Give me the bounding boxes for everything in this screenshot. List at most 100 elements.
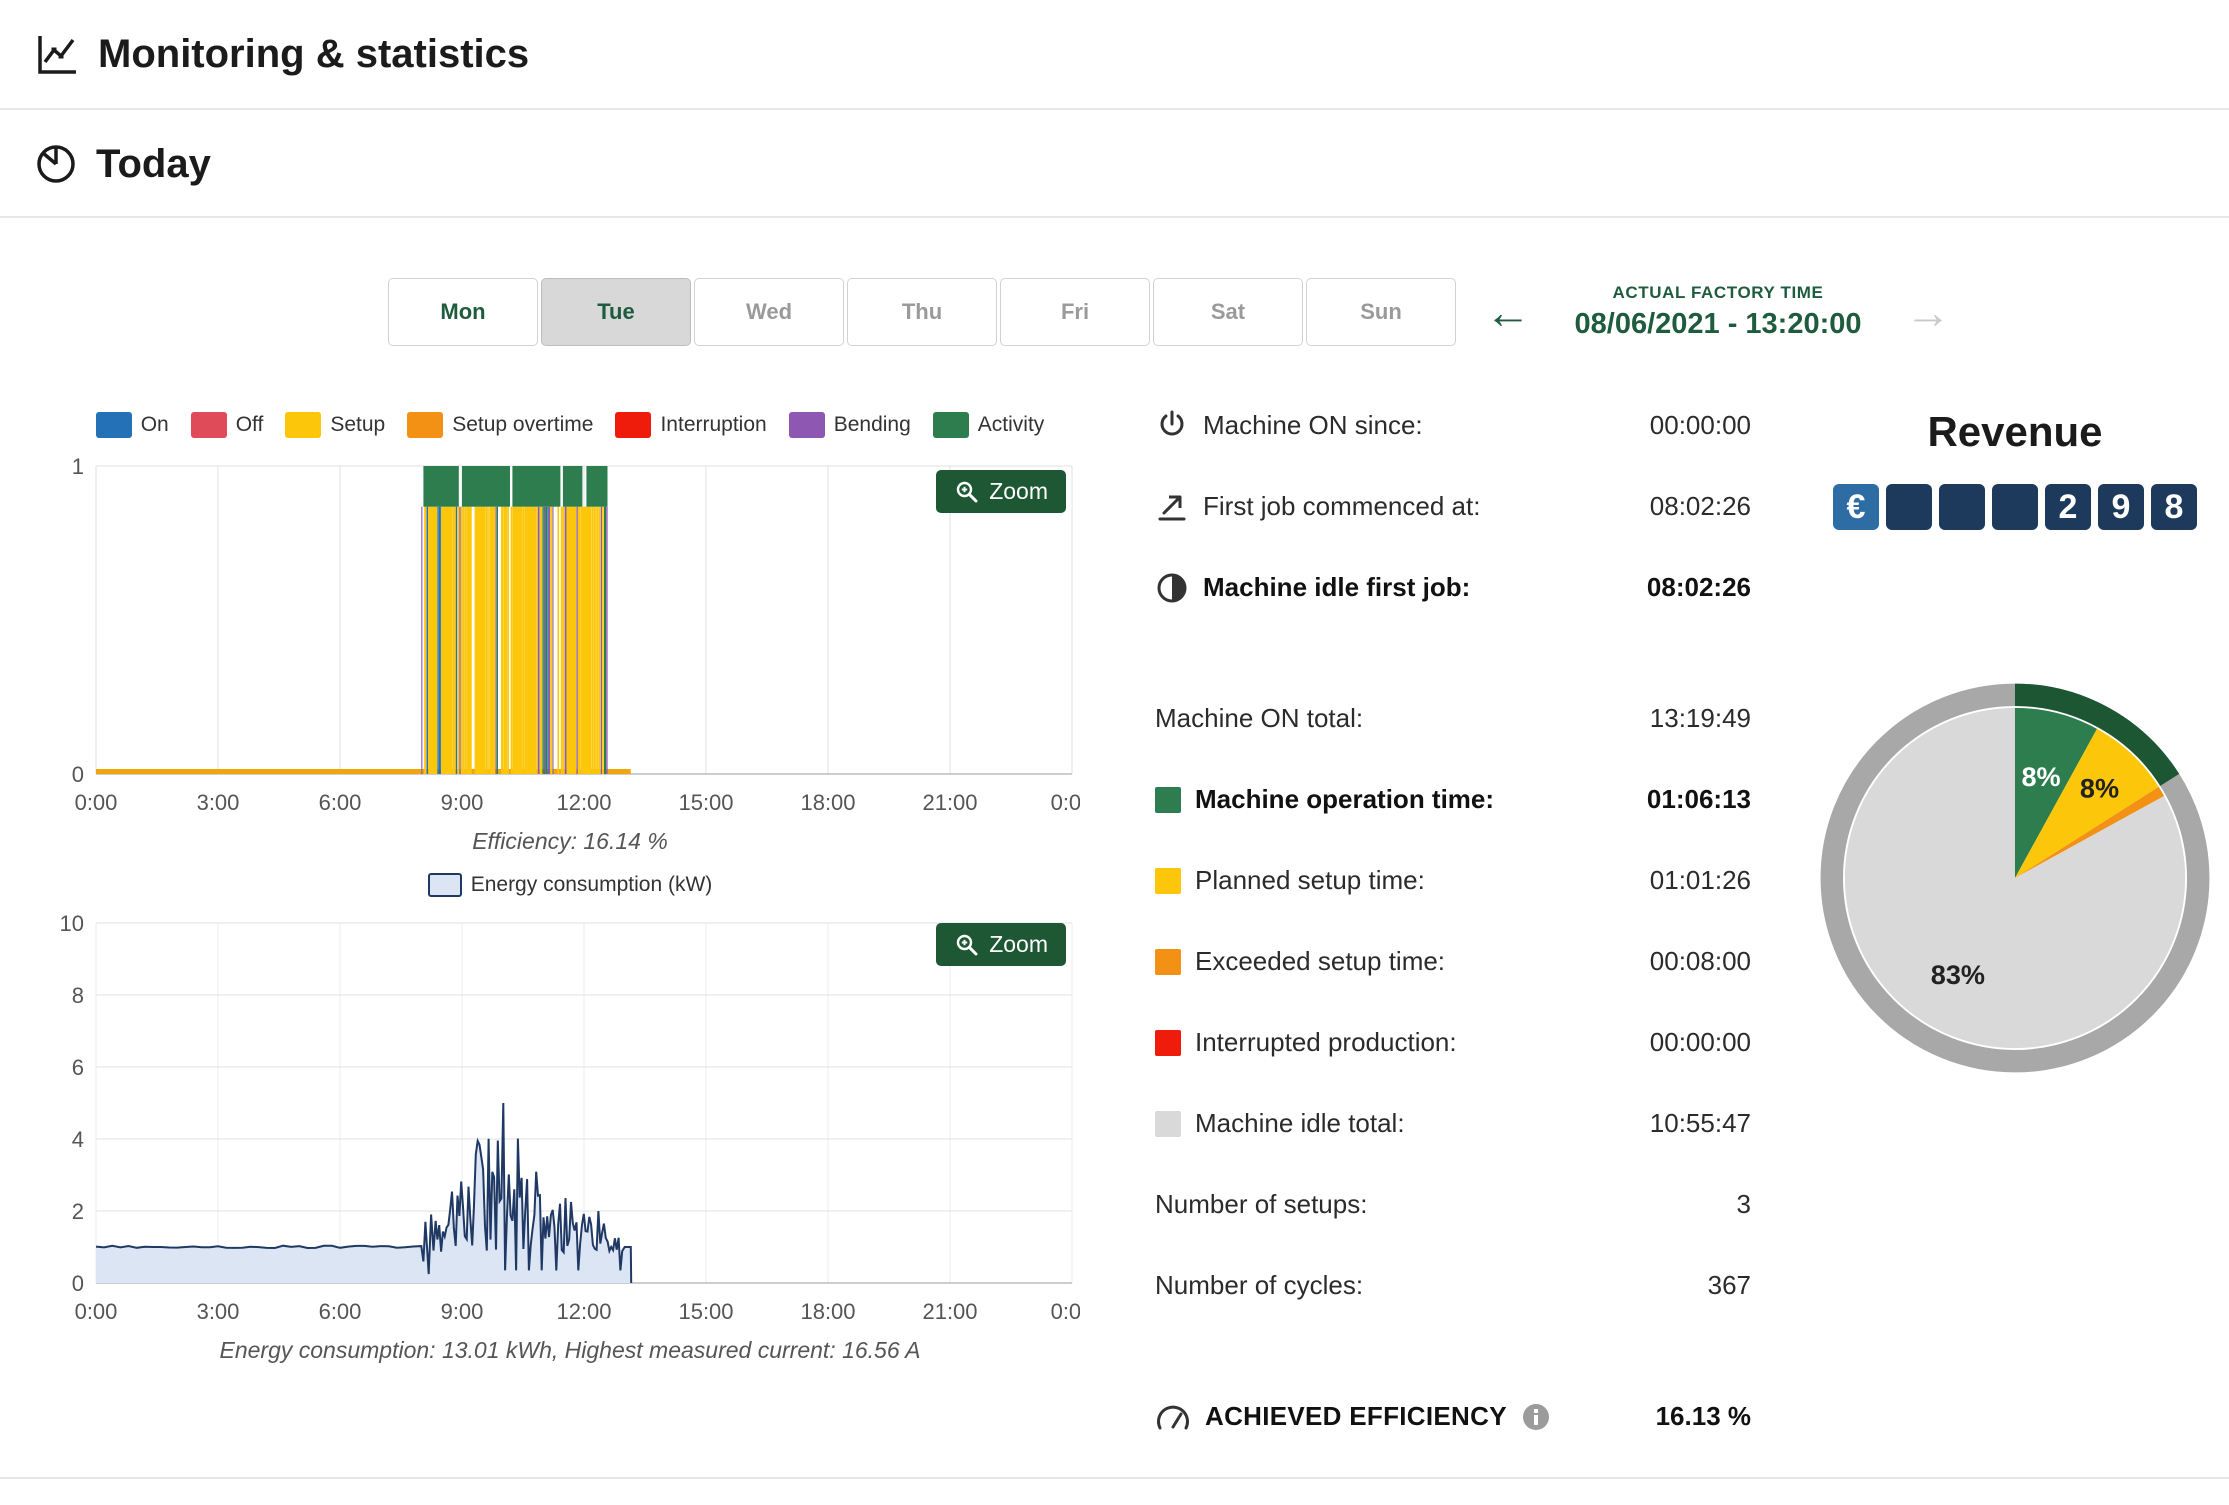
legend-label: Setup overtime bbox=[452, 413, 594, 436]
legend-label: Interruption bbox=[660, 413, 767, 436]
section-divider bbox=[0, 1477, 2229, 1479]
svg-text:8: 8 bbox=[72, 983, 84, 1008]
efficiency-value: 16.13 % bbox=[1655, 1401, 1751, 1431]
svg-text:83%: 83% bbox=[1931, 959, 1985, 990]
charts-column: On Off Setup Setup overtime Interruption Bend… bbox=[60, 412, 1080, 1382]
line-chart-icon bbox=[34, 31, 80, 77]
color-swatch bbox=[1155, 1029, 1181, 1056]
section-title: Today bbox=[96, 141, 211, 186]
gauge-icon bbox=[1155, 1401, 1191, 1433]
svg-text:0: 0 bbox=[72, 1271, 84, 1296]
energy-chart-zoom-button[interactable]: Zoom bbox=[936, 923, 1066, 966]
tab-fri[interactable]: Fri bbox=[1000, 278, 1150, 346]
revenue-digit bbox=[1992, 484, 2038, 530]
stat-label: Planned setup time: bbox=[1195, 865, 1425, 895]
revenue-digit: 9 bbox=[2098, 484, 2144, 530]
svg-text:0:00: 0:00 bbox=[75, 790, 118, 815]
stat-number-of-cycles: Number of cycles: 367 bbox=[1155, 1245, 1751, 1326]
revenue-counter: € 2 9 8 bbox=[1800, 484, 2229, 530]
machine-state-chart-svg[interactable]: 0:00 3:00 6:00 9:00 12:00 15:00 18:00 21:00 0:00… bbox=[60, 452, 1080, 820]
legend-item: On bbox=[95, 412, 169, 438]
legend-swatch bbox=[932, 412, 969, 438]
tab-tue[interactable]: Tue bbox=[541, 278, 691, 346]
page-title: Monitoring & statistics bbox=[98, 31, 530, 76]
energy-chart-svg[interactable]: 0:00 3:00 6:00 9:00 12:00 15:00 18:00 21:00 0:0 0… bbox=[60, 911, 1080, 1329]
stat-value: 08:02:26 bbox=[1646, 572, 1751, 602]
first-job-icon bbox=[1155, 490, 1189, 524]
energy-chart-legend: Energy consumption (kW) bbox=[60, 873, 1080, 897]
color-swatch bbox=[1155, 948, 1181, 975]
zoom-button-label: Zoom bbox=[989, 478, 1048, 504]
energy-chart: 0:00 3:00 6:00 9:00 12:00 15:00 18:00 21:00 0:0 0… bbox=[60, 911, 1080, 1329]
stat-exceeded-setup: Exceeded setup time: 00:08:00 bbox=[1155, 921, 1751, 1002]
svg-text:0:00: 0:00 bbox=[1051, 790, 1080, 815]
color-swatch bbox=[1155, 1110, 1181, 1137]
svg-text:4: 4 bbox=[72, 1127, 84, 1152]
legend-item: Setup bbox=[285, 412, 385, 438]
svg-text:0: 0 bbox=[72, 762, 84, 787]
tab-sun[interactable]: Sun bbox=[1306, 278, 1456, 346]
stat-label: Machine idle total: bbox=[1195, 1108, 1405, 1138]
revenue-title: Revenue bbox=[1927, 408, 2103, 455]
svg-text:3:00: 3:00 bbox=[197, 790, 240, 815]
svg-text:21:00: 21:00 bbox=[922, 1299, 977, 1324]
stat-first-job: First job commenced at: 08:02:26 bbox=[1155, 466, 1751, 547]
efficiency-caption: Efficiency: 16.14 % bbox=[472, 828, 668, 854]
tab-thu[interactable]: Thu bbox=[847, 278, 997, 346]
stat-value: 3 bbox=[1736, 1189, 1751, 1219]
next-day-arrow[interactable]: → bbox=[1905, 289, 1951, 335]
monitoring-dashboard: Monitoring & statistics Today Mon Tue We… bbox=[0, 0, 2229, 1505]
idle-clock-icon bbox=[1155, 571, 1189, 605]
color-swatch bbox=[1155, 867, 1181, 894]
stat-label: Machine ON total: bbox=[1155, 703, 1364, 733]
stat-planned-setup: Planned setup time: 01:01:26 bbox=[1155, 840, 1751, 921]
svg-text:18:00: 18:00 bbox=[800, 790, 855, 815]
legend-item: Off bbox=[190, 412, 263, 438]
tab-sat[interactable]: Sat bbox=[1153, 278, 1303, 346]
stats-panel: Machine ON since: 00:00:00 First job com… bbox=[1155, 385, 1751, 1457]
stat-value: 01:06:13 bbox=[1646, 784, 1751, 814]
color-swatch bbox=[1155, 786, 1181, 813]
svg-text:12:00: 12:00 bbox=[556, 1299, 611, 1324]
revenue-digit: 8 bbox=[2151, 484, 2197, 530]
currency-button[interactable]: € bbox=[1833, 484, 1879, 530]
stat-value: 00:00:00 bbox=[1649, 1027, 1751, 1057]
state-chart-zoom-button[interactable]: Zoom bbox=[936, 470, 1066, 513]
factory-time-nav: ← ACTUAL FACTORY TIME 08/06/2021 - 13:20… bbox=[1485, 283, 1951, 341]
stat-value: 00:08:00 bbox=[1649, 946, 1751, 976]
stat-label: Machine ON since: bbox=[1203, 410, 1423, 440]
magnifier-icon bbox=[954, 932, 980, 958]
info-icon[interactable] bbox=[1521, 1402, 1551, 1432]
stat-number-of-setups: Number of setups: 3 bbox=[1155, 1164, 1751, 1245]
efficiency-label: ACHIEVED EFFICIENCY bbox=[1205, 1401, 1507, 1431]
achieved-efficiency-row: ACHIEVED EFFICIENCY 16.13 % bbox=[1155, 1376, 1751, 1457]
tab-wed[interactable]: Wed bbox=[694, 278, 844, 346]
legend-swatch bbox=[190, 412, 227, 438]
time-distribution-pie: 8% 8% 83% bbox=[1800, 648, 2229, 1108]
stat-machine-on-since: Machine ON since: 00:00:00 bbox=[1155, 385, 1751, 466]
legend-label: Activity bbox=[977, 413, 1045, 436]
svg-text:9:00: 9:00 bbox=[441, 790, 484, 815]
tab-mon[interactable]: Mon bbox=[388, 278, 538, 346]
legend-swatch bbox=[95, 412, 132, 438]
power-icon bbox=[1155, 409, 1189, 443]
legend-item: Interruption bbox=[615, 412, 767, 438]
energy-legend-swatch bbox=[427, 873, 462, 897]
svg-text:9:00: 9:00 bbox=[441, 1299, 484, 1324]
pie-chart-icon bbox=[34, 142, 78, 186]
legend-swatch bbox=[285, 412, 322, 438]
prev-day-arrow[interactable]: ← bbox=[1485, 289, 1531, 335]
svg-text:21:00: 21:00 bbox=[922, 790, 977, 815]
revenue-digit bbox=[1939, 484, 1985, 530]
svg-text:15:00: 15:00 bbox=[678, 790, 733, 815]
svg-text:10: 10 bbox=[60, 911, 84, 936]
zoom-button-label: Zoom bbox=[989, 931, 1048, 957]
svg-text:12:00: 12:00 bbox=[556, 790, 611, 815]
stat-machine-on-total: Machine ON total: 13:19:49 bbox=[1155, 678, 1751, 759]
machine-state-chart: 0:00 3:00 6:00 9:00 12:00 15:00 18:00 21:00 0:00… bbox=[60, 452, 1080, 820]
stat-label: Number of cycles: bbox=[1155, 1270, 1364, 1300]
magnifier-icon bbox=[954, 479, 980, 505]
legend-label: On bbox=[140, 413, 169, 436]
revenue-panel: Revenue € 2 9 8 8% 8% 83% bbox=[1800, 408, 2229, 1108]
svg-text:15:00: 15:00 bbox=[678, 1299, 733, 1324]
